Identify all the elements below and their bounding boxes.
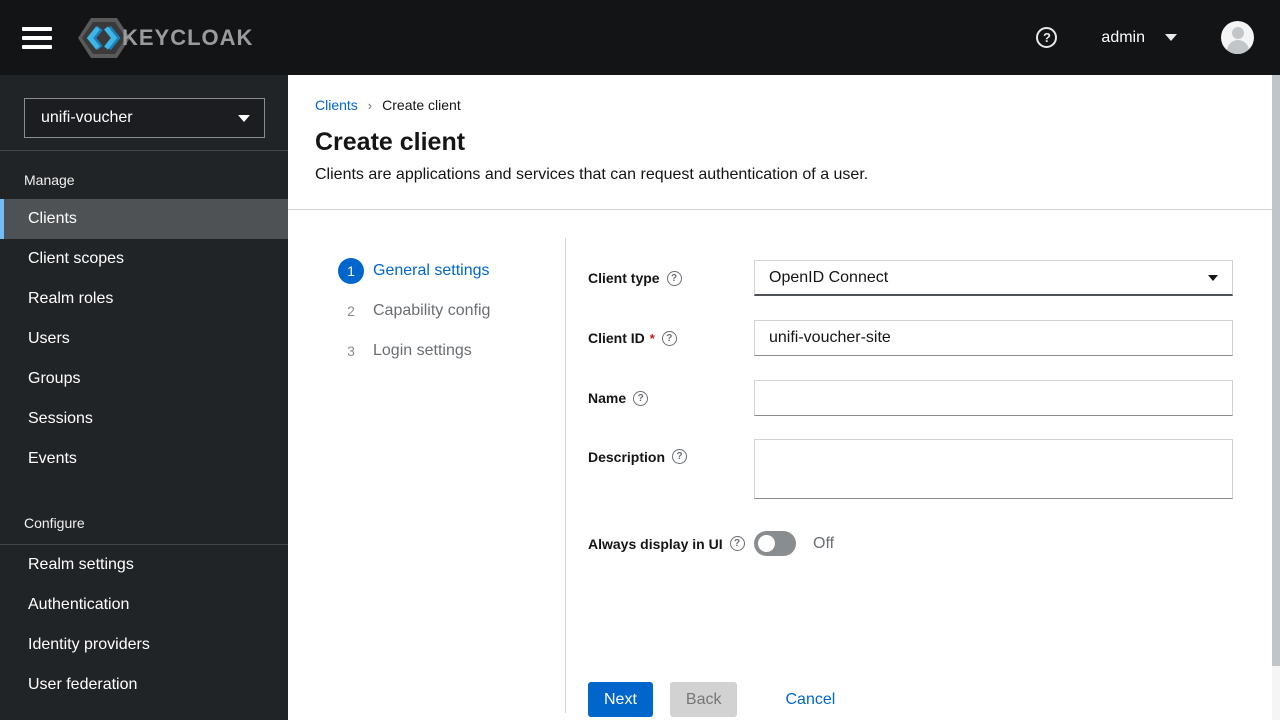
- breadcrumb-clients-link[interactable]: Clients: [315, 97, 358, 113]
- page-subtitle: Clients are applications and services th…: [315, 166, 869, 183]
- name-label-group: Name ?: [588, 390, 754, 406]
- sidebar-item-label: Sessions: [28, 410, 93, 427]
- sidebar-item-clients[interactable]: Clients: [0, 199, 288, 239]
- wizard-divider: [565, 238, 566, 713]
- description-textarea[interactable]: [754, 439, 1233, 499]
- client-type-label-group: Client type ?: [588, 270, 754, 286]
- sidebar-item-users[interactable]: Users: [0, 319, 288, 359]
- sidebar-item-label: Users: [28, 330, 70, 347]
- masthead: KEYCLOAK ? admin: [0, 0, 1280, 75]
- wizard-step-general-settings[interactable]: 1 General settings: [288, 251, 565, 291]
- wizard-step-capability-config[interactable]: 2 Capability config: [288, 291, 565, 331]
- breadcrumb-current: Create client: [382, 97, 461, 113]
- breadcrumb-separator-icon: ›: [367, 97, 373, 113]
- toggle-knob: [758, 535, 775, 552]
- sidebar-item-label: Client scopes: [28, 250, 125, 267]
- description-row: Description ?: [588, 439, 1233, 504]
- sidebar-item-realm-settings[interactable]: Realm settings: [0, 545, 288, 585]
- help-icon[interactable]: ?: [729, 536, 745, 551]
- hamburger-menu-icon[interactable]: [22, 26, 52, 49]
- sidebar-item-client-scopes[interactable]: Client scopes: [0, 239, 288, 279]
- sidebar-item-user-federation[interactable]: User federation: [0, 665, 288, 705]
- realm-selector[interactable]: unifi-voucher: [24, 98, 265, 138]
- wizard-step-number: 3: [347, 343, 355, 359]
- help-icon[interactable]: ?: [661, 330, 677, 346]
- wizard-actions: Next Back Cancel: [588, 682, 851, 717]
- wizard-step-number: 2: [347, 303, 355, 319]
- client-id-label-group: Client ID * ?: [588, 330, 754, 346]
- page-title: Create client: [315, 128, 466, 156]
- sidebar-item-groups[interactable]: Groups: [0, 359, 288, 399]
- sidebar-item-label: Groups: [28, 370, 81, 387]
- sidebar-item-sessions[interactable]: Sessions: [0, 399, 288, 439]
- sidebar-item-authentication[interactable]: Authentication: [0, 585, 288, 625]
- sidebar-item-label: Realm settings: [28, 556, 134, 573]
- avatar[interactable]: [1221, 21, 1254, 54]
- client-id-input[interactable]: [754, 320, 1233, 356]
- help-icon[interactable]: ?: [666, 270, 682, 286]
- wizard-step-label: General settings: [373, 262, 490, 279]
- keycloak-logo[interactable]: KEYCLOAK: [78, 15, 253, 61]
- sidebar-item-label: Authentication: [28, 596, 130, 613]
- client-type-row: Client type ? OpenID Connect: [588, 260, 1233, 296]
- main-content: Clients › Create client Create client Cl…: [288, 75, 1280, 720]
- wizard-nav: 1 General settings 2 Capability config 3…: [288, 210, 565, 371]
- help-icon[interactable]: ?: [1036, 27, 1058, 48]
- avatar-body: [1226, 40, 1249, 54]
- required-asterisk: *: [649, 330, 655, 346]
- name-row: Name ?: [588, 380, 1233, 416]
- sidebar-item-label: Realm roles: [28, 290, 114, 307]
- always-display-toggle[interactable]: [754, 531, 796, 556]
- page-header: Clients › Create client Create client Cl…: [288, 75, 1280, 210]
- wizard-step-number: 1: [338, 258, 364, 284]
- breadcrumb: Clients › Create client: [315, 97, 1280, 113]
- client-id-row: Client ID * ?: [588, 320, 1233, 356]
- sidebar-item-realm-roles[interactable]: Realm roles: [0, 279, 288, 319]
- back-button[interactable]: Back: [669, 682, 738, 717]
- sidebar: unifi-voucher Manage Clients Client scop…: [0, 75, 288, 720]
- username: admin: [1101, 28, 1145, 46]
- scrollbar[interactable]: [1272, 75, 1280, 720]
- sidebar-item-label: Identity providers: [28, 636, 150, 653]
- nav-section-configure: Configure: [24, 515, 85, 531]
- toggle-state-label: Off: [813, 534, 835, 552]
- help-icon[interactable]: ?: [633, 390, 649, 406]
- sidebar-item-label: Clients: [28, 210, 77, 227]
- cancel-button[interactable]: Cancel: [769, 682, 851, 717]
- sidebar-item-identity-providers[interactable]: Identity providers: [0, 625, 288, 665]
- wizard-step-label: Capability config: [373, 302, 491, 319]
- wizard-step-login-settings[interactable]: 3 Login settings: [288, 331, 565, 371]
- description-label-group: Description ?: [588, 439, 754, 504]
- always-display-row: Always display in UI ? Off: [588, 531, 1233, 556]
- realm-selector-value: unifi-voucher: [41, 109, 133, 126]
- sidebar-item-label: User federation: [28, 676, 138, 693]
- sidebar-item-label: Events: [28, 450, 77, 467]
- nav-section-manage: Manage: [24, 172, 75, 188]
- wizard-step-label: Login settings: [373, 342, 472, 359]
- avatar-head: [1231, 27, 1244, 39]
- client-type-select-value: OpenID Connect: [769, 268, 889, 286]
- wizard-form: Client type ? OpenID Connect Client ID *…: [588, 210, 1233, 717]
- always-display-label: Always display in UI: [588, 535, 723, 552]
- chevron-down-icon: [238, 114, 250, 122]
- client-id-label: Client ID: [588, 330, 645, 346]
- next-button[interactable]: Next: [588, 682, 653, 717]
- chevron-down-icon: [1208, 274, 1218, 281]
- always-display-label-group: Always display in UI ?: [588, 536, 754, 552]
- brand-text: KEYCLOAK: [122, 24, 254, 50]
- client-type-label: Client type: [588, 270, 660, 286]
- user-menu[interactable]: admin: [1101, 29, 1177, 47]
- client-type-select[interactable]: OpenID Connect: [754, 260, 1233, 296]
- chevron-down-icon: [1165, 34, 1177, 41]
- scrollbar-thumb[interactable]: [1272, 75, 1280, 666]
- name-input[interactable]: [754, 380, 1233, 416]
- description-label: Description: [588, 449, 666, 465]
- sidebar-item-events[interactable]: Events: [0, 439, 288, 479]
- help-icon[interactable]: ?: [672, 449, 688, 464]
- name-label: Name: [588, 390, 627, 406]
